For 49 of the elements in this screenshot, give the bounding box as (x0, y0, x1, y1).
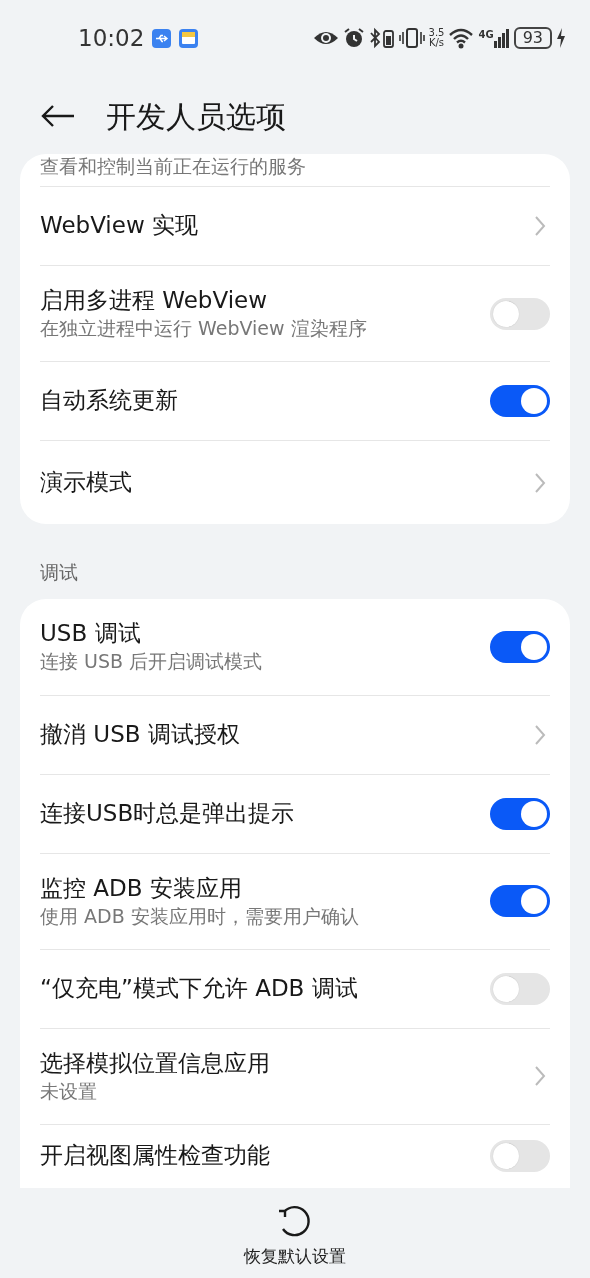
chevron-icon (534, 471, 546, 494)
clock: 10:02 (78, 23, 145, 53)
back-icon[interactable] (40, 104, 76, 128)
battery-level: 93 (513, 27, 552, 49)
wifi-icon (448, 27, 475, 49)
vibrate-icon (398, 27, 425, 49)
chevron-icon (534, 723, 546, 746)
speed-value: 3.5 (428, 28, 445, 38)
row-title: 连接USB时总是弹出提示 (40, 798, 296, 828)
row-subtitle: 未设置 (40, 1078, 98, 1104)
row-title: 自动系统更新 (40, 386, 179, 416)
row-subtitle: 使用 ADB 安装应用时，需要用户确认 (40, 903, 360, 929)
toggle-switch[interactable] (490, 885, 550, 917)
toggle-switch[interactable] (490, 385, 550, 417)
settings-row[interactable]: 演示模式 (40, 440, 550, 524)
toggle-switch[interactable] (490, 630, 550, 663)
row-title: 撤消 USB 调试授权 (40, 719, 241, 749)
settings-row[interactable]: 撤消 USB 调试授权 (40, 694, 550, 774)
alarm-icon (342, 27, 365, 49)
toggle-switch[interactable] (490, 1140, 550, 1172)
signal-icon (493, 27, 510, 49)
usb-icon (152, 28, 172, 48)
row-title: 演示模式 (40, 467, 133, 497)
eye-icon (312, 29, 339, 47)
row-title: 选择模拟位置信息应用 (40, 1048, 271, 1078)
toggle-switch[interactable] (490, 297, 550, 330)
chevron-icon (534, 1065, 546, 1087)
toggle-switch[interactable] (490, 797, 550, 830)
settings-row[interactable]: WebView 实现 (40, 186, 550, 265)
chevron-icon (534, 215, 546, 237)
row-title: USB 调试 (40, 619, 142, 649)
reset-button[interactable]: 恢复默认设置 (244, 1201, 346, 1269)
page-title: 开发人员选项 (106, 97, 286, 136)
settings-row[interactable]: 选择模拟位置信息应用 未设置 (40, 1027, 550, 1124)
network-type: 4G (478, 28, 494, 42)
toggle-switch[interactable] (490, 972, 550, 1005)
row-title: 监控 ADB 安装应用 (40, 873, 243, 903)
charging-icon (556, 28, 566, 48)
row-subtitle: 查看和控制当前正在运行的服务 (40, 154, 307, 179)
row-title: 开启视图属性检查功能 (40, 1141, 271, 1171)
row-title: WebView 实现 (40, 211, 200, 241)
notes-app-icon (179, 28, 199, 48)
bluetooth-battery-icon (368, 27, 395, 49)
row-subtitle: 在独立进程中运行 WebView 渲染程序 (40, 316, 368, 341)
section-heading: 调试 (39, 560, 79, 585)
row-subtitle: 连接 USB 后开启调试模式 (40, 649, 264, 674)
row-title: 启用多进程 WebView (40, 286, 269, 316)
speed-unit: K/s (428, 38, 445, 48)
row-title: “仅充电”模式下允许 ADB 调试 (40, 973, 359, 1003)
